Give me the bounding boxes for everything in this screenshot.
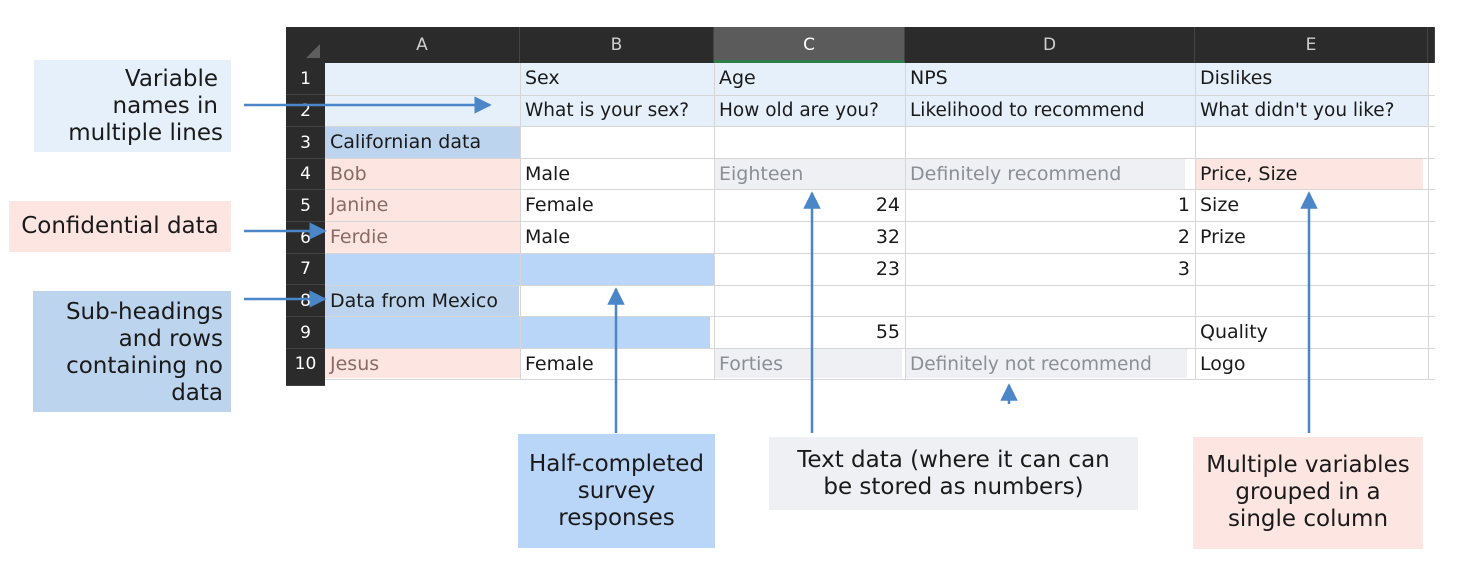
annotation-arrows xyxy=(244,96,1318,433)
